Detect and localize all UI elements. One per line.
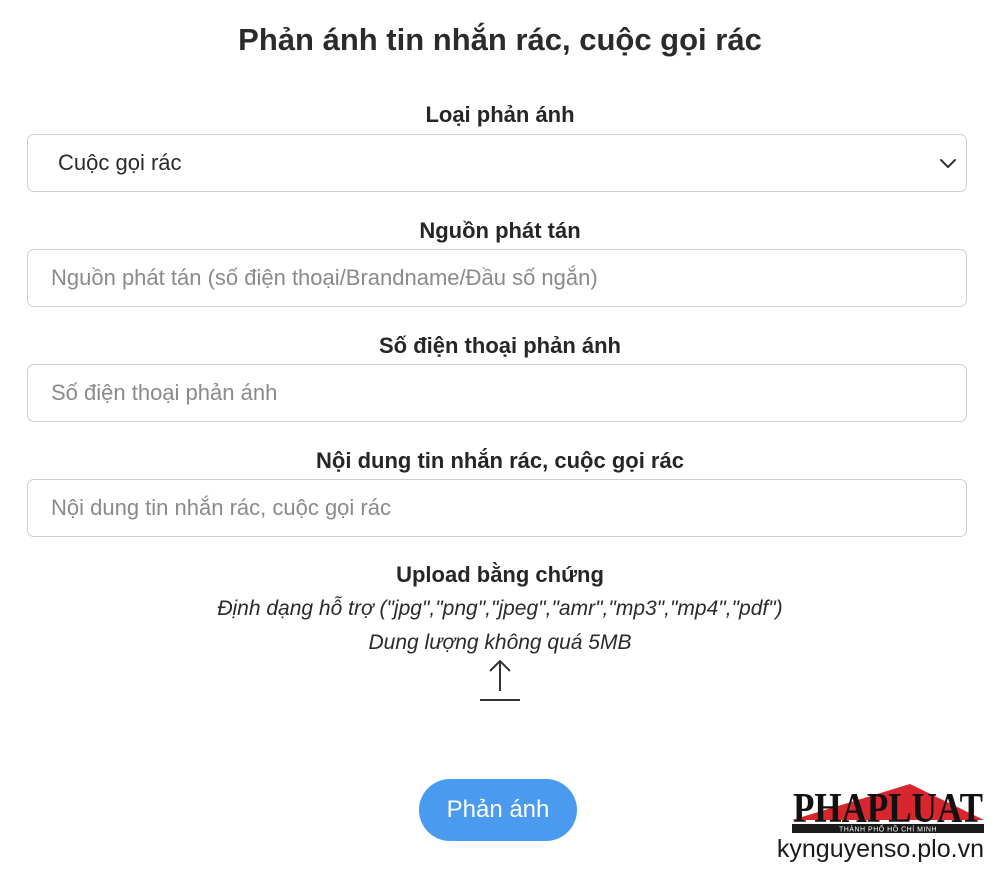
page-title: Phản ánh tin nhắn rác, cuộc gọi rác — [238, 22, 762, 57]
reporter-phone-label: Số điện thoại phản ánh — [379, 333, 621, 358]
content-field-box — [27, 479, 967, 537]
reporter-phone-input[interactable] — [28, 365, 966, 421]
upload-arrow-icon[interactable] — [477, 657, 523, 703]
site-url: kynguyenso.plo.vn — [776, 835, 984, 863]
phapluat-logo: PHAPLUAT THÀNH PHỐ HỒ CHÍ MINH — [792, 784, 984, 834]
source-label: Nguồn phát tán — [419, 218, 581, 243]
source-input[interactable] — [28, 250, 966, 306]
reporter-phone-field-box — [27, 364, 967, 422]
submit-report-button[interactable]: Phản ánh — [419, 779, 577, 841]
report-type-select[interactable]: Cuộc gọi rác — [27, 134, 967, 192]
report-type-selected-value: Cuộc gọi rác — [58, 150, 182, 175]
upload-formats-note: Định dạng hỗ trợ ("jpg","png","jpeg","am… — [217, 597, 783, 620]
content-input[interactable] — [28, 480, 966, 536]
upload-size-note: Dung lượng không quá 5MB — [368, 631, 632, 654]
content-label: Nội dung tin nhắn rác, cuộc gọi rác — [316, 448, 684, 473]
upload-title: Upload bằng chứng — [396, 562, 604, 587]
report-type-label: Loại phản ánh — [425, 102, 575, 127]
chevron-down-icon — [940, 159, 956, 168]
source-field-box — [27, 249, 967, 307]
